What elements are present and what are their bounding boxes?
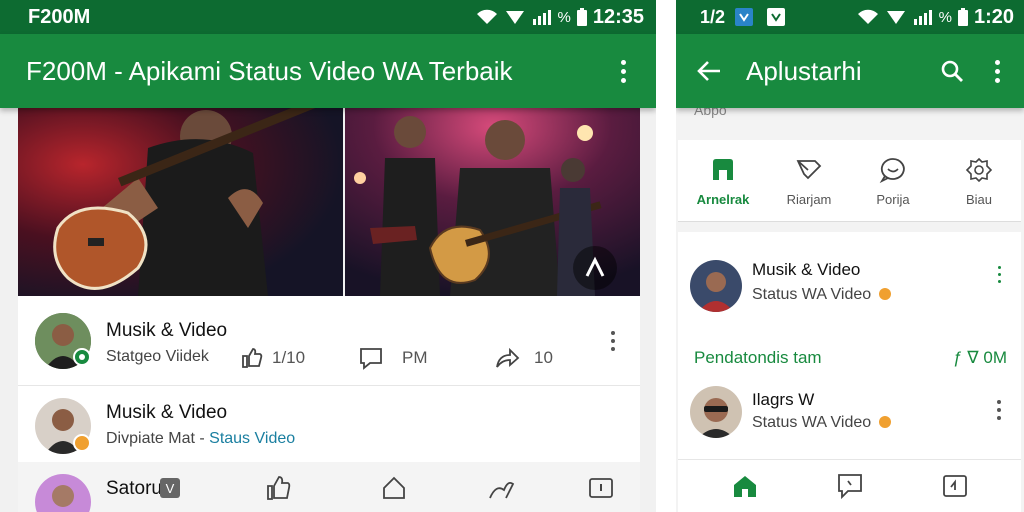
back-arrow-icon[interactable] [696,59,722,83]
item-subtitle-text: Status WA Video [752,414,872,431]
tab-arnelrak[interactable]: Arnelrak [680,156,766,207]
comment-count: PM [402,348,428,367]
orange-badge-icon [878,416,891,428]
like-count: 1/10 [272,348,306,367]
download-icon [767,8,786,26]
comment-button[interactable]: PM [358,346,428,370]
promo-label: Pendatondis tam [694,348,822,367]
status-bar: 1/2 % 1:20 [676,0,1024,34]
promo-row[interactable]: Pendatondis tam ƒ ∇ 0M [678,328,1021,382]
status-time: 12:35 [592,5,644,28]
item-subtitle: Status WA Video [752,286,892,304]
percent-icon: % [557,8,571,26]
item-title: Musik & Video [752,260,861,279]
battery-icon [957,8,968,26]
item-title: Satoru [106,478,162,499]
tab-porija[interactable]: Porija [850,156,936,207]
avatar [690,386,742,438]
bottom-navigation [678,460,1021,512]
contact-list: Musik & Video Status WA Video Pendatondi… [678,232,1021,512]
status-left-text: 1/2 [700,6,726,27]
edit-icon[interactable] [486,474,516,502]
signal-bars-icon [913,10,932,25]
share-button[interactable]: 10 [494,346,553,370]
percent-icon: % [938,8,952,26]
list-item[interactable]: Ilagrs W Status WA Video [678,382,1021,460]
overflow-menu-icon[interactable] [620,59,626,83]
feed-list: Musik & Video Statgeo Viidek 1/10 PM 10 … [18,296,640,512]
toolbar-title: Aplustarhi [746,55,862,86]
avatar [690,260,742,312]
item-subtitle: Divpiate Mat - Staus Video [106,430,295,448]
app-icon [713,159,733,180]
item-menu-icon[interactable] [996,400,1002,420]
item-menu-icon[interactable] [996,266,1002,283]
like-button[interactable]: 1/10 [240,346,305,370]
list-item[interactable]: Musik & Video Divpiate Mat - Staus Video [18,386,640,462]
item-subtitle: Statgeo Viidek [106,348,209,365]
item-subtitle-prefix: Divpiate Mat - [106,430,210,447]
signal-bars-icon [532,10,551,25]
home-icon[interactable] [732,474,758,498]
item-title: Ilagrs W [752,390,815,409]
item-subtitle: Status WA Video [752,414,892,432]
list-item[interactable]: Musik & Video Status WA Video [678,232,1021,328]
tab-biau[interactable]: Biau [936,156,1022,207]
messages-icon[interactable] [836,472,864,500]
toolbar-title: F200M - Apikami Status Video WA Terbaik [26,55,513,86]
signal-icon [886,11,905,24]
app-toolbar: F200M - Apikami Status Video WA Terbaik [0,34,656,108]
category-tabs: Arnelrak Riarjam Porija Biau [678,140,1021,222]
thumbs-up-icon [242,348,263,368]
notification-icon [735,8,754,26]
item-menu-icon[interactable] [610,331,616,351]
svg-text:V: V [166,481,175,496]
tab-label: Arnelrak [696,192,750,207]
item-subtitle-text: Status WA Video [752,286,872,303]
settings-icon [965,157,993,183]
orange-badge-icon [878,288,891,300]
right-phone-screen: 1/2 % 1:20 Aplustarhi Abpo Arnelrak Riar… [676,0,1024,512]
wifi-icon [476,9,497,24]
share-icon [496,347,520,368]
share-icon [796,160,822,180]
like-action-icon[interactable] [264,474,292,502]
share-count: 10 [534,348,553,367]
upload-icon[interactable] [380,474,408,502]
tab-riarjam[interactable]: Riarjam [766,156,852,207]
comment-icon [360,348,382,370]
tab-label: Biau [965,192,993,207]
window-icon[interactable] [942,474,968,498]
bookmark-icon: V [160,478,180,498]
signal-icon [505,11,524,24]
status-bar: F200M % 12:35 [0,0,656,34]
list-item[interactable]: Musik & Video Statgeo Viidek 1/10 PM 10 [18,296,640,386]
item-title: Musik & Video [106,320,228,341]
bottom-list-item[interactable]: Satoru V [18,462,640,512]
music-badge-icon [73,434,91,452]
video-thumbnail-guitarist[interactable] [18,108,343,296]
verified-badge-icon [73,348,91,366]
overflow-menu-icon[interactable] [994,59,1000,83]
item-title: Musik & Video [106,402,228,423]
video-thumbnail-band[interactable] [345,108,640,296]
status-video-link[interactable]: Staus Video [209,430,295,447]
window-icon[interactable] [588,476,614,500]
search-icon[interactable] [940,59,964,83]
tab-label: Porija [876,192,910,207]
battery-icon [576,8,587,26]
left-phone-screen: F200M % 12:35 F200M - Apikami Status Vid… [0,0,656,512]
chat-icon [879,158,905,184]
avatar [35,474,91,512]
status-app-label: F200M [28,5,91,28]
wifi-icon [857,9,878,24]
promo-value: ƒ ∇ 0M [953,348,1007,367]
tab-label: Riarjam [786,192,832,207]
app-toolbar: Aplustarhi [676,34,1024,108]
status-time: 1:20 [973,5,1014,28]
